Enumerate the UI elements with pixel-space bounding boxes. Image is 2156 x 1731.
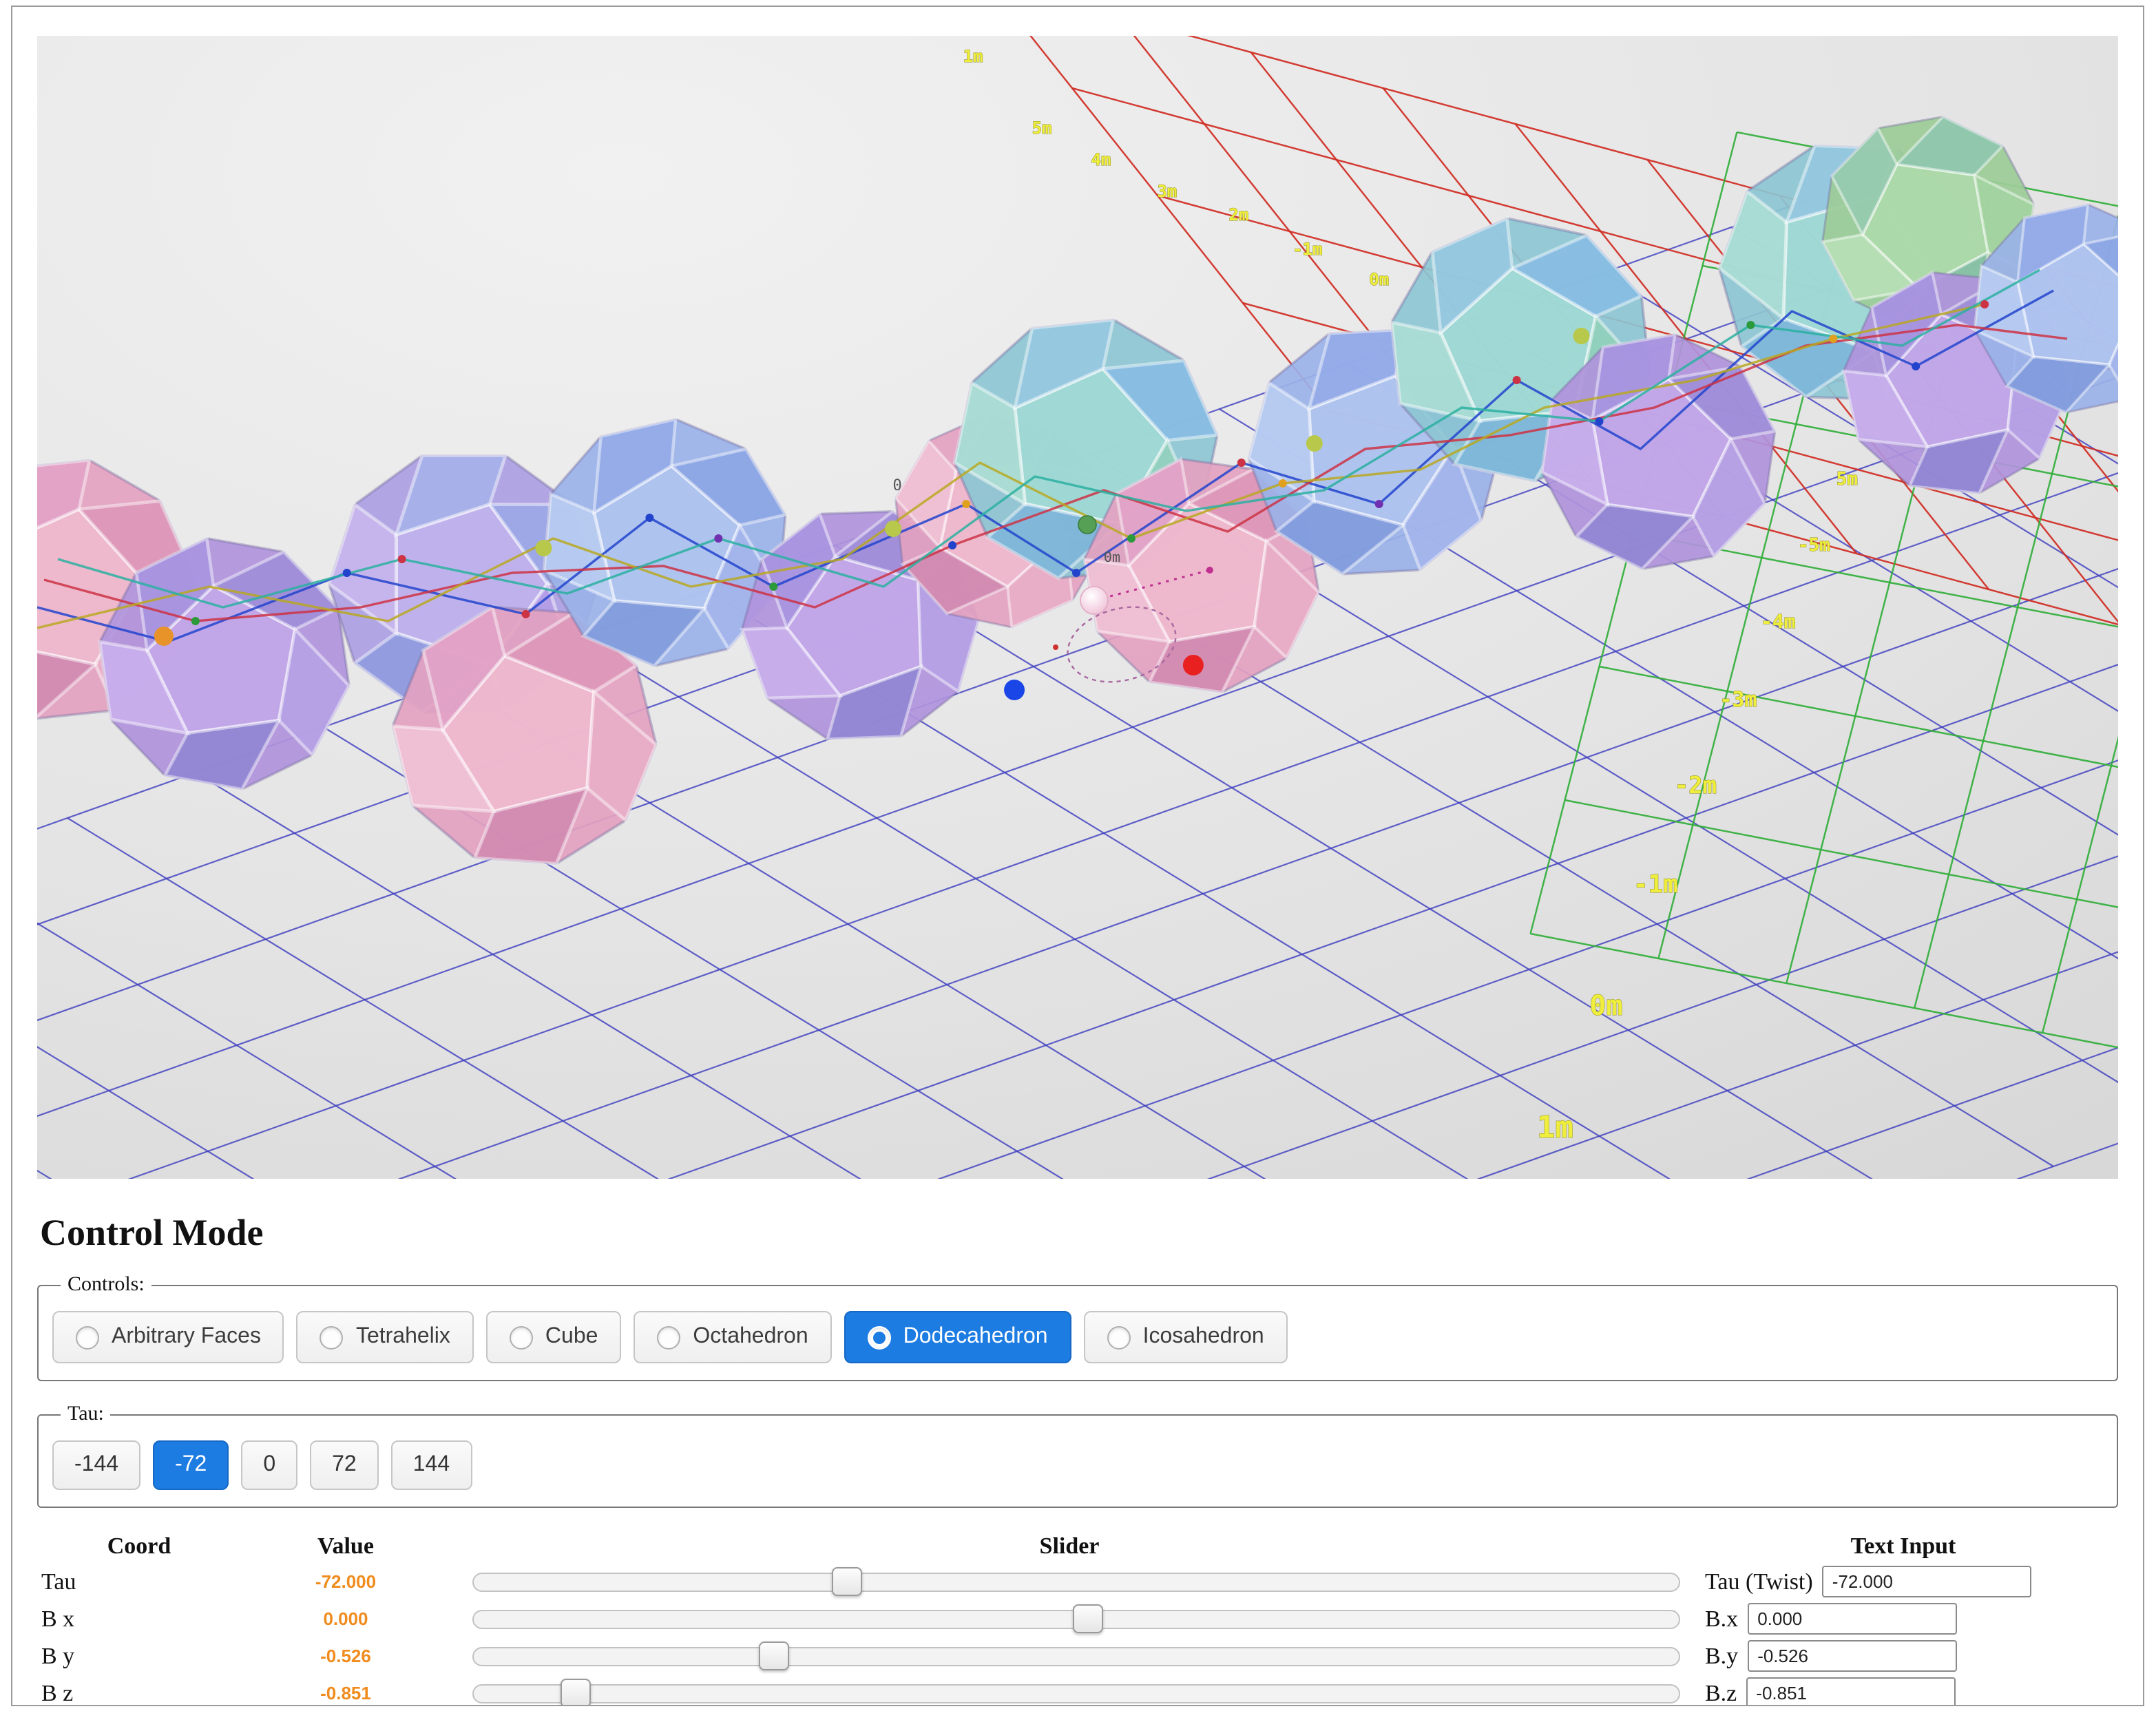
- svg-text:1m: 1m: [963, 47, 983, 66]
- blue-sphere[interactable]: [1004, 680, 1025, 700]
- table-row-bx: B x 0.000 B.x: [37, 1600, 2118, 1637]
- svg-text:-4m: -4m: [1761, 610, 1796, 633]
- radio-icon: [320, 1325, 344, 1349]
- coord-label: B z: [37, 1679, 241, 1706]
- svg-text:1m: 1m: [1537, 1110, 1573, 1145]
- radio-icon: [76, 1325, 99, 1349]
- svg-text:5m: 5m: [1836, 469, 1858, 490]
- coord-value: -72.000: [241, 1571, 450, 1592]
- input-label: Tau (Twist): [1705, 1568, 1813, 1595]
- scene-svg: 1m 5m 4m 3m 2m -1m 0m 5m -5m -4m -3m -2m…: [37, 36, 2118, 1179]
- radio-label: Dodecahedron: [903, 1325, 1048, 1350]
- header-text-input: Text Input: [1688, 1533, 2118, 1560]
- input-label: B.z: [1705, 1679, 1737, 1706]
- tau-fieldset: Tau: -144 -72 0 72 144: [37, 1403, 2118, 1508]
- svg-text:0m: 0m: [1369, 270, 1389, 289]
- radio-label: Icosahedron: [1143, 1325, 1264, 1350]
- radio-label: Octahedron: [693, 1325, 808, 1350]
- radio-label: Arbitrary Faces: [112, 1325, 261, 1350]
- radio-dodecahedron[interactable]: Dodecahedron: [844, 1311, 1071, 1363]
- page-title: Control Mode: [40, 1212, 2118, 1255]
- slider-thumb[interactable]: [1074, 1604, 1104, 1633]
- slider-thumb[interactable]: [760, 1641, 790, 1670]
- table-row-bz: B z -0.851 B.z: [37, 1675, 2118, 1706]
- page-wrapper: 1m 5m 4m 3m 2m -1m 0m 5m -5m -4m -3m -2m…: [0, 6, 2155, 1731]
- coord-label: Tau: [37, 1568, 241, 1595]
- coord-value: 0.000: [241, 1608, 450, 1629]
- radio-arbitrary-faces[interactable]: Arbitrary Faces: [52, 1311, 284, 1363]
- radio-icon: [657, 1325, 680, 1349]
- svg-text:-5m: -5m: [1798, 535, 1830, 556]
- svg-text:0m: 0m: [1104, 549, 1120, 565]
- table-header-row: Coord Value Slider Text Input: [37, 1530, 2118, 1563]
- svg-text:4m: 4m: [1091, 150, 1111, 169]
- table-row-by: B y -0.526 B.y: [37, 1637, 2118, 1675]
- viewport-3d[interactable]: 1m 5m 4m 3m 2m -1m 0m 5m -5m -4m -3m -2m…: [37, 36, 2118, 1179]
- by-slider[interactable]: [472, 1646, 1680, 1666]
- coord-value: -0.851: [241, 1683, 450, 1703]
- bx-input[interactable]: [1748, 1603, 1957, 1635]
- radio-label: Cube: [545, 1325, 598, 1350]
- controls-legend: Controls:: [61, 1274, 151, 1297]
- radio-octahedron[interactable]: Octahedron: [634, 1311, 831, 1363]
- slider-track[interactable]: [472, 1683, 1680, 1703]
- radio-icon: [510, 1325, 533, 1349]
- pink-sphere[interactable]: [1080, 587, 1108, 614]
- tau-button-neg144[interactable]: -144: [52, 1440, 140, 1490]
- by-input[interactable]: [1748, 1640, 1957, 1672]
- svg-text:-2m: -2m: [1675, 772, 1717, 799]
- bz-slider[interactable]: [472, 1683, 1680, 1703]
- radio-label: Tetrahelix: [356, 1325, 450, 1350]
- header-coord: Coord: [37, 1533, 241, 1560]
- table-row-tau: Tau -72.000 Tau (Twist): [37, 1563, 2118, 1600]
- controls-fieldset: Controls: Arbitrary Faces Tetrahelix Cub…: [37, 1274, 2118, 1381]
- bz-input[interactable]: [1746, 1677, 1956, 1706]
- svg-text:-1m: -1m: [1633, 870, 1678, 899]
- svg-text:2m: 2m: [1228, 205, 1248, 224]
- app-page: 1m 5m 4m 3m 2m -1m 0m 5m -5m -4m -3m -2m…: [11, 6, 2144, 1706]
- header-value: Value: [241, 1533, 450, 1560]
- radio-icon: [1107, 1325, 1131, 1349]
- slider-track[interactable]: [472, 1646, 1680, 1666]
- bx-slider[interactable]: [472, 1609, 1680, 1628]
- tau-button-72[interactable]: 72: [310, 1440, 379, 1490]
- input-label: B.y: [1705, 1642, 1738, 1670]
- tau-legend: Tau:: [61, 1403, 111, 1427]
- shape-radio-group: Arbitrary Faces Tetrahelix Cube Octahedr…: [52, 1311, 2103, 1363]
- coordinate-table: Coord Value Slider Text Input Tau -72.00…: [37, 1530, 2118, 1706]
- svg-text:0: 0: [893, 477, 902, 494]
- tau-button-group: -144 -72 0 72 144: [52, 1440, 2103, 1490]
- tau-button-0[interactable]: 0: [241, 1440, 297, 1490]
- red-sphere[interactable]: [1183, 655, 1204, 675]
- tau-button-neg72[interactable]: -72: [153, 1440, 229, 1490]
- svg-text:-1m: -1m: [1292, 240, 1322, 259]
- tau-slider[interactable]: [472, 1572, 1680, 1591]
- svg-text:3m: 3m: [1157, 182, 1177, 201]
- slider-thumb[interactable]: [832, 1566, 862, 1595]
- radio-tetrahelix[interactable]: Tetrahelix: [297, 1311, 474, 1363]
- input-label: B.x: [1705, 1605, 1738, 1633]
- tau-input[interactable]: [1823, 1566, 2032, 1597]
- green-sphere[interactable]: [1078, 516, 1096, 534]
- slider-track[interactable]: [472, 1572, 1680, 1591]
- coord-label: B x: [37, 1605, 241, 1633]
- svg-text:0m: 0m: [1589, 990, 1622, 1022]
- coord-label: B y: [37, 1642, 241, 1670]
- coord-value: -0.526: [241, 1646, 450, 1666]
- svg-text:-3m: -3m: [1719, 688, 1757, 712]
- radio-cube[interactable]: Cube: [486, 1311, 622, 1363]
- svg-text:5m: 5m: [1032, 118, 1052, 138]
- header-slider: Slider: [450, 1533, 1688, 1560]
- radio-icon: [868, 1325, 891, 1349]
- slider-thumb[interactable]: [560, 1678, 590, 1706]
- tau-button-144[interactable]: 144: [391, 1440, 472, 1490]
- radio-icosahedron[interactable]: Icosahedron: [1084, 1311, 1288, 1363]
